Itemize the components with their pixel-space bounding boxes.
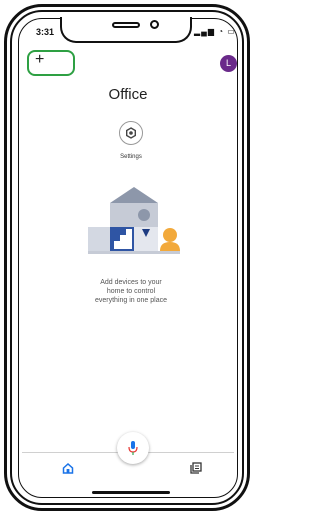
status-time: 3:31: [36, 27, 55, 37]
gear-icon: [126, 127, 137, 139]
empty-state-line: Add devices to your: [100, 279, 162, 286]
front-camera: [150, 20, 159, 29]
status-icons: ▂▄▆ ◔ ▭: [194, 27, 236, 36]
empty-home-illustration: [88, 187, 180, 254]
empty-state-line: home to control: [106, 288, 156, 295]
avatar[interactable]: L: [220, 55, 237, 72]
mic-button[interactable]: [117, 432, 149, 464]
home-indicator: [92, 491, 170, 494]
page-title: Office: [108, 86, 148, 103]
microphone-icon: [128, 441, 138, 455]
empty-state-message: Add devices to your home to control ever…: [0, 278, 262, 305]
nav-home[interactable]: [62, 461, 74, 479]
empty-state-line: everything in one place: [95, 297, 167, 304]
home-icon: [62, 462, 74, 474]
add-button[interactable]: +: [27, 50, 75, 76]
nav-feed[interactable]: [190, 461, 202, 479]
settings-label: Settings: [120, 154, 142, 160]
settings-button[interactable]: [119, 121, 143, 145]
speaker-grille: [112, 22, 140, 28]
plus-icon: +: [35, 51, 45, 68]
phone-notch: [60, 17, 192, 43]
feed-icon: [190, 462, 202, 474]
